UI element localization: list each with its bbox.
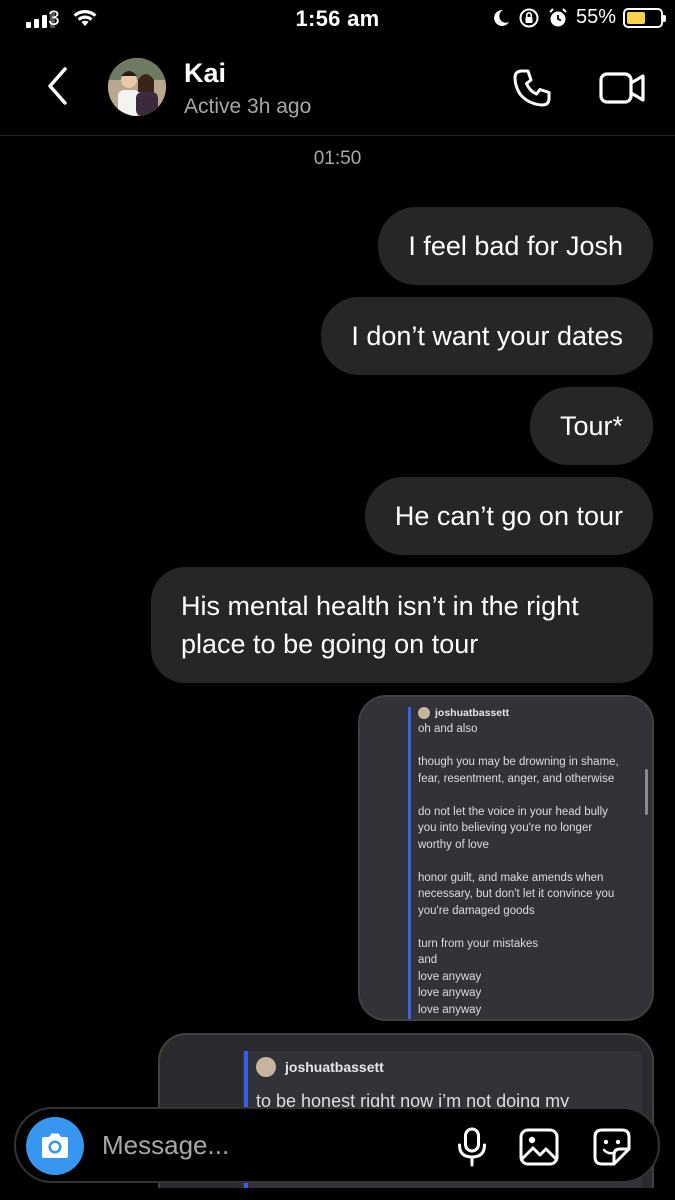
camera-button[interactable] bbox=[26, 1117, 84, 1175]
post-text-line: and bbox=[418, 954, 438, 966]
video-call-icon bbox=[599, 72, 645, 104]
avatar[interactable] bbox=[108, 58, 166, 116]
scrollbar bbox=[645, 769, 648, 815]
video-call-button[interactable] bbox=[598, 68, 650, 108]
post-text-line: necessary, but don't let it convince you bbox=[418, 888, 615, 900]
contact-active-status: Active 3h ago bbox=[184, 95, 312, 118]
back-icon bbox=[48, 67, 67, 105]
message-bubble[interactable]: Tour* bbox=[529, 387, 653, 465]
message-bubble[interactable]: I feel bad for Josh bbox=[378, 207, 653, 285]
post-text-line: oh and also bbox=[418, 723, 478, 735]
author-avatar bbox=[256, 1057, 276, 1077]
microphone-icon bbox=[458, 1127, 486, 1167]
message-bubble[interactable]: His mental health isn’t in the right pla… bbox=[151, 567, 653, 683]
message-bubble[interactable]: He can’t go on tour bbox=[364, 477, 653, 555]
post-line-gap bbox=[418, 853, 650, 870]
message-bubble[interactable]: I don’t want your dates bbox=[321, 297, 653, 375]
alarm-icon bbox=[549, 7, 567, 26]
author-avatar bbox=[418, 707, 430, 719]
post-text-lines: oh and also though you may be drowning in… bbox=[418, 721, 650, 1018]
sticker-button[interactable] bbox=[591, 1127, 633, 1167]
camera-icon bbox=[42, 1133, 68, 1158]
post-author: joshuatbassett bbox=[435, 706, 510, 719]
post-text-line: though you may be drowning in shame, bbox=[418, 756, 619, 768]
message-composer bbox=[14, 1107, 660, 1183]
battery-icon bbox=[623, 7, 666, 28]
gallery-icon bbox=[519, 1128, 559, 1166]
message-timestamp: 01:50 bbox=[313, 148, 362, 169]
voice-message-button[interactable] bbox=[456, 1127, 488, 1167]
shared-post-screenshot[interactable]: joshuatbassett oh and also though you may… bbox=[358, 695, 654, 1021]
audio-call-button[interactable] bbox=[510, 66, 560, 110]
shared-post-content: joshuatbassett oh and also though you may… bbox=[418, 705, 650, 1018]
dm-screen: 3 1:56 am 55% Kai Active 3h ago 01:50 I … bbox=[0, 0, 675, 1200]
chat-header: Kai Active 3h ago bbox=[0, 38, 675, 136]
moon-icon bbox=[494, 9, 509, 26]
phone-icon bbox=[513, 69, 551, 107]
battery-percent: 55% bbox=[575, 6, 616, 28]
message-input[interactable] bbox=[102, 1109, 432, 1181]
post-text-line: love anyway bbox=[418, 987, 482, 999]
back-button[interactable] bbox=[38, 64, 78, 108]
gallery-button[interactable] bbox=[518, 1127, 560, 1167]
sticker-icon bbox=[593, 1128, 631, 1166]
post-text-line: you're damaged goods bbox=[418, 904, 535, 917]
post-author: joshuatbassett bbox=[285, 1059, 384, 1075]
bottom-safe-area bbox=[0, 1188, 675, 1200]
post-line-gap bbox=[418, 738, 650, 755]
post-author-row: joshuatbassett bbox=[418, 705, 650, 721]
post-text-line: honor guilt, and make amends when bbox=[418, 871, 604, 884]
post-text-line: you into believing you're no longer bbox=[418, 822, 593, 834]
orientation-lock-icon bbox=[519, 8, 539, 27]
post-text-line: do not let the voice in your head bully bbox=[418, 805, 608, 818]
status-icons: 55% bbox=[491, 6, 666, 29]
post-text-line: love anyway bbox=[418, 970, 482, 983]
status-bar: 3 1:56 am 55% bbox=[0, 0, 675, 38]
post-text-line: love anyway bbox=[418, 1003, 482, 1016]
post-text-line: worthy of love bbox=[418, 838, 489, 851]
post-text-line: fear, resentment, anger, and otherwise bbox=[418, 772, 615, 785]
quote-bar bbox=[408, 707, 411, 1019]
post-author-row: joshuatbassett bbox=[256, 1057, 384, 1077]
post-line-gap bbox=[418, 919, 650, 936]
contact-name[interactable]: Kai bbox=[184, 58, 226, 89]
post-line-gap bbox=[418, 787, 650, 804]
post-text-line: turn from your mistakes bbox=[418, 937, 539, 950]
battery-fill bbox=[627, 11, 645, 24]
